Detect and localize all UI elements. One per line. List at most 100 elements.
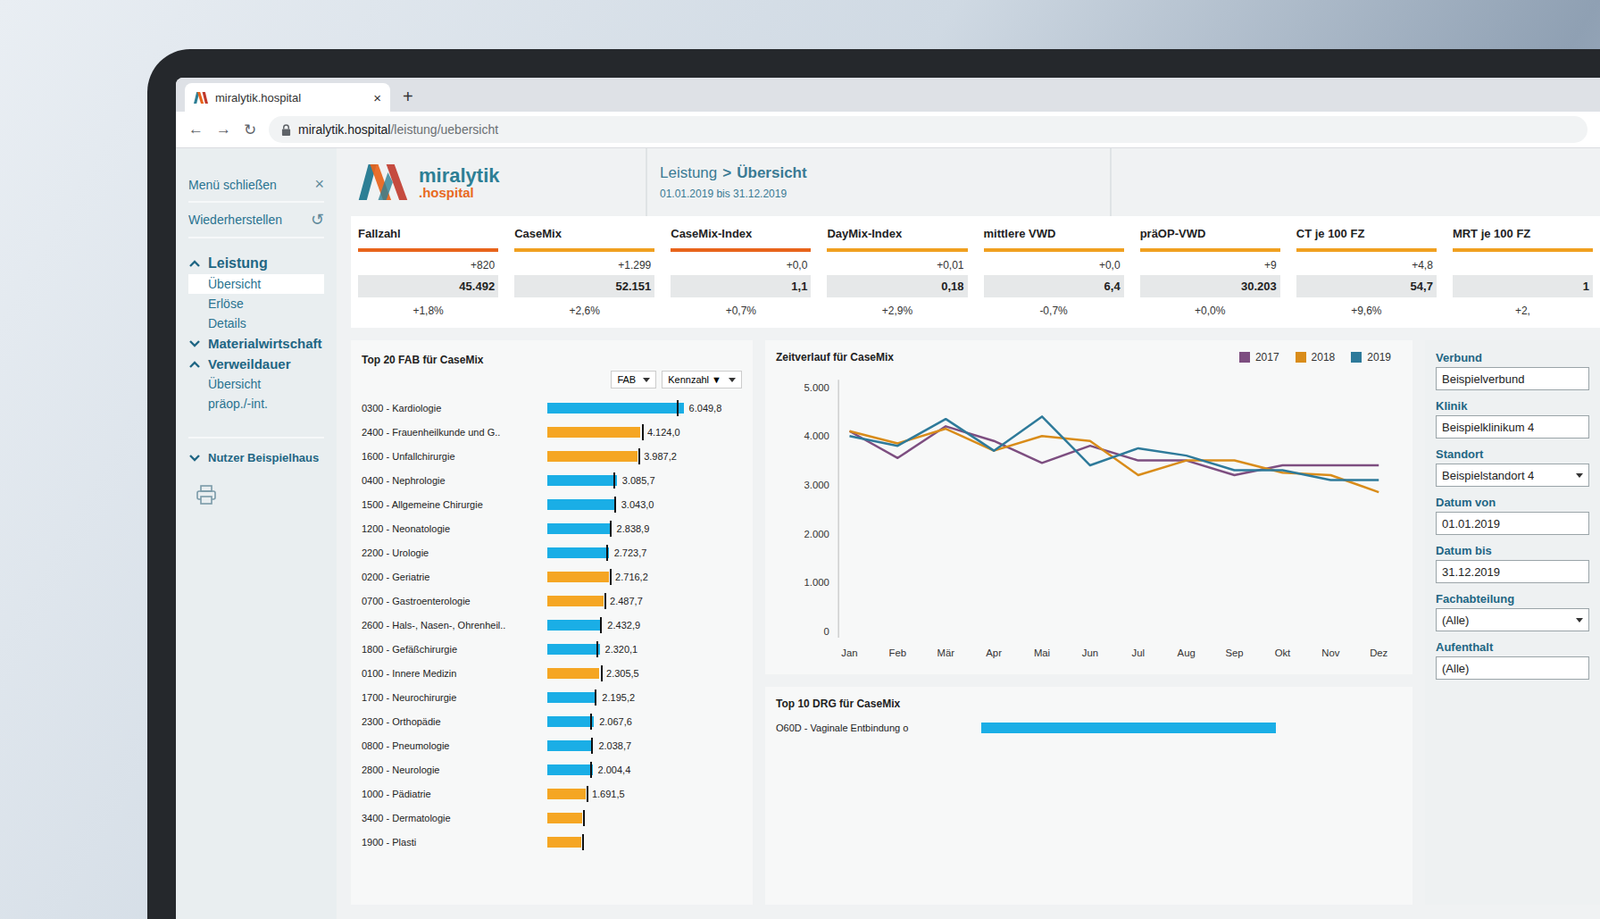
- bar-row[interactable]: 1800 - Gefäßchirurgie 2.320,1: [361, 636, 742, 661]
- menu-section[interactable]: Verweildauer: [188, 353, 325, 375]
- bar-row[interactable]: 1900 - Plasti: [361, 829, 742, 854]
- menu-section[interactable]: Materialwirtschaft: [188, 333, 325, 354]
- kpi-value: 54,7: [1296, 275, 1437, 298]
- kpi-label: präOP-VWD: [1140, 226, 1281, 243]
- legend-item[interactable]: 2019: [1350, 350, 1392, 364]
- bar-row[interactable]: 1600 - Unfallchirurgie 3.987,2: [361, 443, 742, 468]
- y-tick: 4.000: [803, 430, 829, 442]
- field-label: Standort: [1435, 447, 1590, 461]
- sidebar-item[interactable]: Übersicht: [188, 374, 325, 394]
- bar: [547, 523, 612, 534]
- sidebar-item[interactable]: Erlöse: [188, 293, 325, 314]
- bar-row[interactable]: 0400 - Nephrologie 3.085,7: [361, 467, 742, 492]
- bar-row[interactable]: 0200 - Geriatrie 2.716,2: [361, 564, 742, 589]
- series-line[interactable]: [849, 416, 1379, 480]
- bar-marker: [638, 448, 641, 465]
- bar-row[interactable]: 1000 - Pädiatrie 1.691,5: [361, 781, 742, 806]
- print-icon[interactable]: [195, 483, 217, 506]
- user-label: Nutzer Beispielhaus: [208, 450, 319, 465]
- breadcrumb-item[interactable]: Übersicht: [736, 164, 807, 183]
- field-label: Datum bis: [1435, 543, 1590, 558]
- bar-marker: [604, 592, 607, 609]
- field-input[interactable]: Beispielverbund: [1435, 366, 1590, 391]
- url-field[interactable]: miralytik.hospital/leistung/uebersicht: [268, 116, 1588, 143]
- bar-value: 2.838,9: [616, 523, 650, 534]
- sidebar-action[interactable]: Menü schließen ×: [188, 167, 325, 203]
- bar: [547, 619, 602, 631]
- legend-item[interactable]: 2018: [1295, 350, 1336, 364]
- section-label: Materialwirtschaft: [208, 335, 323, 351]
- bar-row[interactable]: 1200 - Neonatologie 2.838,9: [361, 516, 742, 541]
- bar: [547, 547, 609, 559]
- bar-row[interactable]: 0700 - Gastroenterologie 2.487,7: [361, 588, 742, 613]
- legend-item[interactable]: 2017: [1239, 350, 1280, 364]
- bar-row[interactable]: O60D - Vaginale Entbindung o: [775, 722, 1402, 734]
- bar-marker: [590, 713, 592, 730]
- user-menu[interactable]: Nutzer Beispielhaus: [188, 436, 325, 465]
- bar-row[interactable]: 2200 - Urologie 2.723,7: [361, 540, 742, 565]
- bar-row[interactable]: 1700 - Neurochirurgie 2.195,2: [361, 684, 742, 709]
- bar: [547, 450, 638, 462]
- bar-row[interactable]: 2400 - Frauenheilkunde und G.. 4.124,0: [361, 419, 742, 444]
- bar-marker: [609, 568, 612, 585]
- nav-button[interactable]: ←: [188, 120, 204, 139]
- sidebar-action[interactable]: Wiederherstellen ↺: [188, 202, 325, 239]
- kpi-percent: +1,8%: [358, 297, 499, 317]
- kpi-label: Fallzahl: [358, 226, 499, 243]
- bar-label: 3400 - Dermatologie: [361, 812, 541, 824]
- bar-row[interactable]: 2800 - Neurologie 2.004,4: [361, 757, 742, 782]
- kpi-value: 1: [1452, 275, 1593, 298]
- bar-label: 2200 - Urologie: [361, 547, 541, 559]
- chart-dropdown[interactable]: FAB: [610, 370, 657, 389]
- url-path: /leistung/uebersicht: [390, 122, 499, 137]
- kpi-underline: [983, 248, 1125, 252]
- nav-button[interactable]: →: [216, 120, 232, 139]
- desk-background: miralytik.hospital × + ← → ↻ miralytik.hos…: [0, 0, 1600, 919]
- kpi-row: Fallzahl +820 45.492 +1,8%CaseMix +1.299…: [350, 216, 1600, 328]
- bar-row[interactable]: 0800 - Pneumologie 2.038,7: [361, 733, 742, 758]
- kpi-label: CaseMix: [514, 226, 655, 243]
- kpi-card: Fallzahl +820 45.492 +1,8%: [358, 226, 499, 317]
- chart-dropdown[interactable]: Kennzahl ▼: [661, 370, 742, 389]
- x-tick: Aug: [1177, 647, 1196, 659]
- breadcrumb-item[interactable]: Leistung: [659, 164, 717, 183]
- field-input[interactable]: (Alle): [1435, 608, 1590, 632]
- legend-swatch: [1239, 351, 1250, 363]
- bar-label: 0300 - Kardiologie: [361, 402, 541, 414]
- filter-field: Datum von 01.01.2019: [1435, 495, 1590, 535]
- filter-field: Datum bis 31.12.2019: [1435, 543, 1590, 584]
- field-input[interactable]: (Alle): [1435, 656, 1590, 680]
- menu-section[interactable]: Leistung: [188, 252, 325, 275]
- caret-icon: [1575, 617, 1584, 623]
- field-input[interactable]: Beispielklinikum 4: [1435, 415, 1590, 439]
- field-input[interactable]: Beispielstandort 4: [1435, 463, 1590, 487]
- breadcrumb: Leistung> Übersicht: [659, 164, 1098, 183]
- series-line[interactable]: [849, 428, 1379, 492]
- bar-row[interactable]: 0300 - Kardiologie 6.049,8: [361, 395, 742, 420]
- bar-value: 2.038,7: [598, 740, 632, 751]
- bar: [547, 788, 586, 800]
- bar-row[interactable]: 2300 - Orthopädie 2.067,6: [361, 708, 742, 734]
- nav-button[interactable]: ↻: [243, 120, 257, 140]
- sidebar-item[interactable]: Übersicht: [188, 274, 325, 294]
- close-tab-button[interactable]: ×: [373, 90, 382, 106]
- sidebar-item[interactable]: Details: [188, 313, 325, 334]
- field-input[interactable]: 31.12.2019: [1435, 559, 1590, 584]
- bar-row[interactable]: 2600 - Hals-, Nasen-, Ohrenheil.. 2.432,…: [361, 612, 742, 637]
- legend-swatch: [1350, 351, 1362, 363]
- bar-label: 1500 - Allgemeine Chirurgie: [361, 499, 541, 510]
- kpi-percent: +9,6%: [1296, 297, 1437, 317]
- chart-title: Top 20 FAB für CaseMix: [361, 353, 484, 367]
- bar-label: 0100 - Innere Medizin: [361, 667, 541, 679]
- bar-row[interactable]: 1500 - Allgemeine Chirurgie 3.043,0: [361, 491, 742, 517]
- bar-row[interactable]: 3400 - Dermatologie: [361, 805, 742, 830]
- browser-tab[interactable]: miralytik.hospital ×: [184, 83, 391, 112]
- new-tab-button[interactable]: +: [402, 86, 414, 112]
- kpi-value: 0,18: [826, 275, 967, 298]
- bar-value: 4.124,0: [647, 426, 681, 438]
- sidebar-item[interactable]: präop./-int.: [188, 393, 325, 414]
- field-input[interactable]: 01.01.2019: [1435, 511, 1590, 535]
- bar-row[interactable]: 0100 - Innere Medizin 2.305,5: [361, 660, 742, 685]
- bar: [547, 667, 600, 679]
- kpi-underline: [514, 248, 655, 252]
